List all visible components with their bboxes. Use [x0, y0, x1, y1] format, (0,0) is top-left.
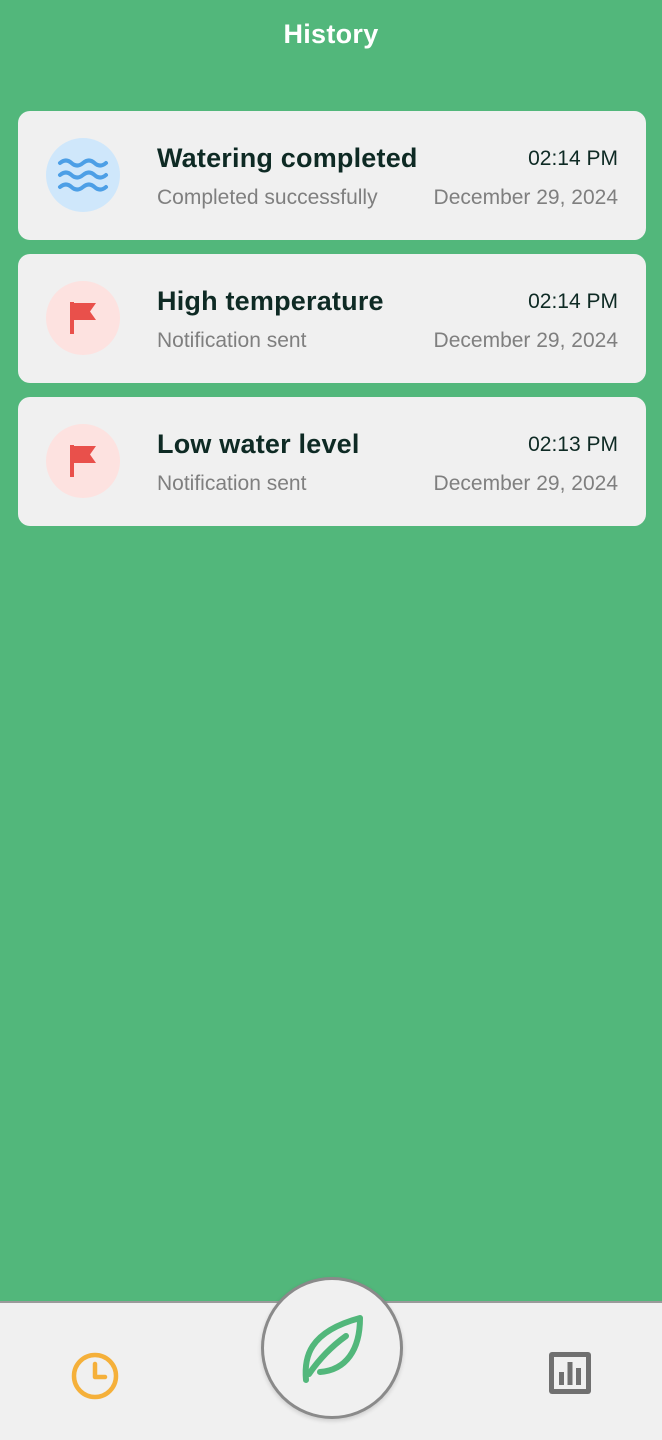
history-item-title: High temperature [157, 286, 384, 316]
history-list: Watering completed Completed successfull… [18, 111, 646, 540]
history-item-date: December 29, 2024 [433, 329, 618, 352]
nav-stats-button[interactable] [544, 1347, 596, 1399]
history-item-title: Low water level [157, 429, 360, 459]
history-item-subtitle: Notification sent [157, 472, 307, 495]
history-item-date: December 29, 2024 [433, 472, 618, 495]
history-item-subtitle: Notification sent [157, 329, 307, 352]
history-item-watering[interactable]: Watering completed Completed successfull… [18, 111, 646, 240]
history-item-title: Watering completed [157, 143, 418, 173]
bar-chart-icon [549, 1352, 591, 1394]
clock-icon [71, 1352, 119, 1400]
history-item-time: 02:13 PM [528, 433, 618, 456]
page-title: History [283, 18, 379, 49]
history-item-time: 02:14 PM [528, 290, 618, 313]
history-item-date: December 29, 2024 [433, 186, 618, 209]
flag-icon [46, 424, 120, 498]
app-header: History [0, 0, 662, 70]
history-item-high-temperature[interactable]: High temperature Notification sent 02:14… [18, 254, 646, 383]
leaf-icon [302, 1315, 363, 1383]
flag-icon [46, 281, 120, 355]
history-item-subtitle: Completed successfully [157, 186, 378, 209]
home-leaf-button[interactable] [261, 1277, 403, 1419]
nav-history-button[interactable] [68, 1349, 122, 1403]
history-item-low-water-level[interactable]: Low water level Notification sent 02:13 … [18, 397, 646, 526]
history-item-time: 02:14 PM [528, 147, 618, 170]
water-waves-icon [46, 138, 120, 212]
